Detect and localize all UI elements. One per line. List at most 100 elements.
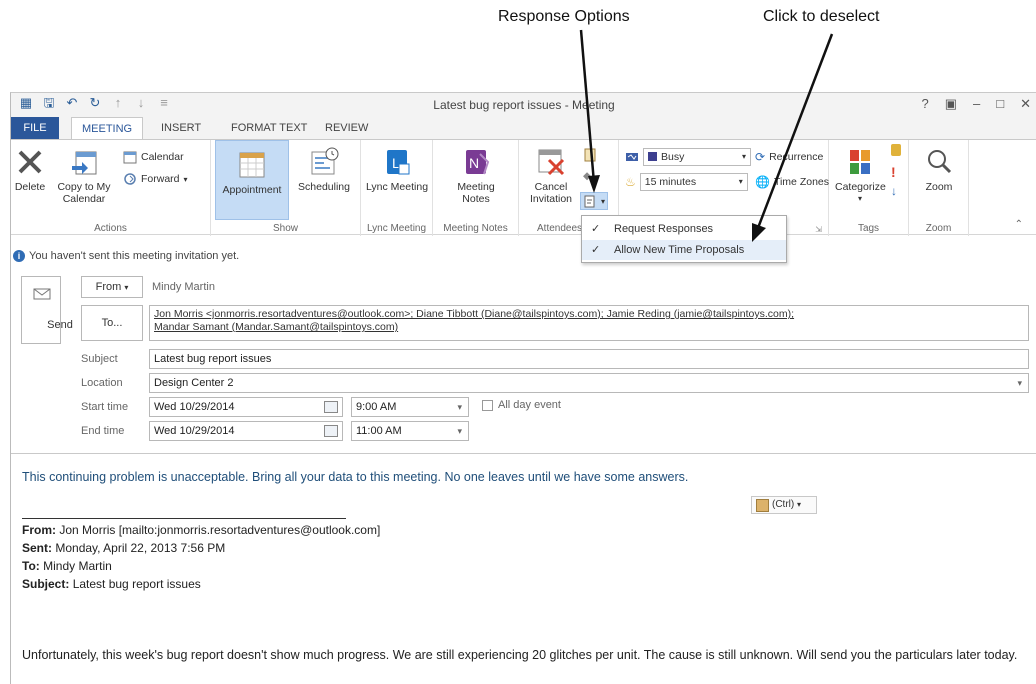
start-time-label: Start time xyxy=(81,401,129,413)
menu-item-request-responses[interactable]: ✓ Request Responses xyxy=(582,219,786,239)
response-options-menu: ✓ Request Responses ✓ Allow New Time Pro… xyxy=(581,215,787,263)
send-button[interactable]: Send xyxy=(21,276,73,344)
location-chevron-icon[interactable]: ▾ xyxy=(1017,374,1022,392)
end-date-input[interactable]: Wed 10/29/2014 xyxy=(149,421,343,441)
calendar-icon xyxy=(123,151,137,164)
forward-button[interactable]: Forward ▾ xyxy=(123,172,188,186)
appointment-icon xyxy=(239,152,265,178)
minimize-icon[interactable]: – xyxy=(973,96,980,112)
delete-button[interactable]: Delete xyxy=(13,146,47,193)
calendar-picker-icon[interactable] xyxy=(324,401,338,413)
start-date-input[interactable]: Wed 10/29/2014 xyxy=(149,397,343,417)
quoted-from-label: From: xyxy=(22,523,56,537)
close-icon[interactable]: ✕ xyxy=(1020,96,1031,112)
cancel-invitation-icon xyxy=(538,149,565,176)
collapse-ribbon-icon[interactable]: ⌃ xyxy=(1015,219,1023,230)
address-book-button[interactable] xyxy=(583,148,597,162)
response-options-button[interactable]: ▾ xyxy=(580,192,609,210)
quoted-to-line: To: Mindy Martin xyxy=(22,559,112,573)
copy-to-my-calendar-button[interactable]: Copy to My Calendar xyxy=(51,146,117,205)
message-body[interactable]: This continuing problem is unacceptable.… xyxy=(11,453,1036,684)
group-zoom-label: Zoom xyxy=(925,223,952,234)
subject-input[interactable]: Latest bug report issues xyxy=(149,349,1029,369)
zoom-icon xyxy=(928,150,952,174)
response-options-dropdown-icon: ▾ xyxy=(601,196,606,206)
show-as-chevron-icon: ▾ xyxy=(741,152,746,161)
menu-item-label: Allow New Time Proposals xyxy=(614,244,745,256)
tab-format-text[interactable]: FORMAT TEXT xyxy=(221,117,317,139)
end-time-chevron-icon[interactable]: ▾ xyxy=(457,422,462,440)
start-time-input[interactable]: 9:00 AM ▾ xyxy=(351,397,469,417)
maximize-icon[interactable]: □ xyxy=(996,96,1004,112)
end-time-input[interactable]: 11:00 AM ▾ xyxy=(351,421,469,441)
paste-options-button[interactable]: (Ctrl) ▾ xyxy=(751,496,817,514)
delete-label: Delete xyxy=(14,181,46,193)
info-bar-text: You haven't sent this meeting invitation… xyxy=(29,250,240,262)
forward-dropdown-icon: ▾ xyxy=(183,174,188,184)
reminder-dropdown[interactable]: 15 minutes ▾ xyxy=(639,173,748,191)
show-as-icon xyxy=(626,153,638,161)
ribbon-display-icon[interactable]: ▣ xyxy=(945,96,957,112)
reminder-control[interactable]: ♨ 15 minutes ▾ xyxy=(625,173,748,191)
forward-icon xyxy=(124,173,136,185)
zoom-button[interactable]: Zoom xyxy=(915,146,963,193)
location-input[interactable]: Design Center 2 ▾ xyxy=(149,373,1029,393)
from-value: Mindy Martin xyxy=(152,281,215,293)
tab-insert[interactable]: INSERT xyxy=(151,117,211,139)
scheduling-icon xyxy=(311,147,339,175)
svg-text:N: N xyxy=(469,155,479,171)
show-as-control[interactable]: Busy ▾ xyxy=(625,148,751,166)
cancel-invitation-label: Cancel Invitation xyxy=(529,181,573,205)
to-field[interactable]: Jon Morris <jonmorris.resortadventures@o… xyxy=(149,305,1029,341)
start-time-chevron-icon[interactable]: ▾ xyxy=(457,398,462,416)
calendar-button[interactable]: Calendar xyxy=(123,150,184,164)
body-first-line: This continuing problem is unacceptable.… xyxy=(22,470,689,484)
tab-file[interactable]: FILE xyxy=(11,117,59,139)
quoted-to-value: Mindy Martin xyxy=(43,559,112,573)
tab-review[interactable]: REVIEW xyxy=(315,117,378,139)
send-label: Send xyxy=(47,319,73,331)
callout-response-options: Response Options xyxy=(498,8,630,25)
categorize-button[interactable]: Categorize ▾ xyxy=(835,146,886,205)
location-label: Location xyxy=(81,377,123,389)
delete-icon xyxy=(18,150,42,174)
window-title: Latest bug report issues - Meeting xyxy=(433,98,615,112)
all-day-checkbox[interactable] xyxy=(482,400,493,411)
time-zones-button[interactable]: 🌐 Time Zones xyxy=(755,175,829,189)
low-importance-icon[interactable]: ↓ xyxy=(891,184,897,198)
show-as-dropdown[interactable]: Busy ▾ xyxy=(643,148,751,166)
quoted-sent-label: Sent: xyxy=(22,541,52,555)
cancel-invitation-button[interactable]: Cancel Invitation xyxy=(523,146,579,205)
categorize-icon xyxy=(850,150,870,174)
tab-meeting[interactable]: MEETING xyxy=(71,117,144,139)
subject-label: Subject xyxy=(81,353,118,365)
help-icon[interactable]: ? xyxy=(921,96,928,112)
high-importance-icon[interactable]: ! xyxy=(891,164,896,180)
bell-icon: ♨ xyxy=(625,175,636,189)
quoted-subject-value: Latest bug report issues xyxy=(72,577,201,591)
to-button[interactable]: To... xyxy=(81,305,143,341)
to-recipients-line2: Mandar Samant (Mandar.Samant@tailspintoy… xyxy=(154,321,399,333)
options-dialog-launcher-icon[interactable]: ⇲ xyxy=(815,225,822,234)
busy-swatch-icon xyxy=(648,152,657,161)
scheduling-button[interactable]: Scheduling xyxy=(291,146,357,193)
from-button[interactable]: From ▾ xyxy=(81,276,143,298)
lync-meeting-button[interactable]: L Lync Meeting xyxy=(365,146,429,193)
location-value: Design Center 2 xyxy=(154,377,234,389)
recurrence-button[interactable]: ⟳ Recurrence xyxy=(755,150,823,164)
check-names-button[interactable]: ◆ xyxy=(583,170,591,182)
group-lync-label: Lync Meeting xyxy=(366,223,427,234)
private-lock-icon[interactable] xyxy=(891,144,901,156)
to-recipients-line1: Jon Morris <jonmorris.resortadventures@o… xyxy=(154,308,795,320)
meeting-notes-button[interactable]: N Meeting Notes xyxy=(443,146,509,205)
calendar-picker-icon[interactable] xyxy=(324,425,338,437)
reminder-chevron-icon: ▾ xyxy=(738,177,743,186)
appointment-button[interactable]: Appointment xyxy=(215,140,289,220)
zoom-label: Zoom xyxy=(925,181,953,193)
recurrence-icon: ⟳ xyxy=(755,150,766,164)
send-envelope-icon xyxy=(33,288,51,300)
group-meeting-notes: N Meeting Notes Meeting Notes xyxy=(433,140,519,236)
group-actions-label: Actions xyxy=(94,223,127,234)
menu-item-allow-new-time-proposals[interactable]: ✓ Allow New Time Proposals xyxy=(582,240,786,260)
group-tags-label: Tags xyxy=(857,223,880,234)
